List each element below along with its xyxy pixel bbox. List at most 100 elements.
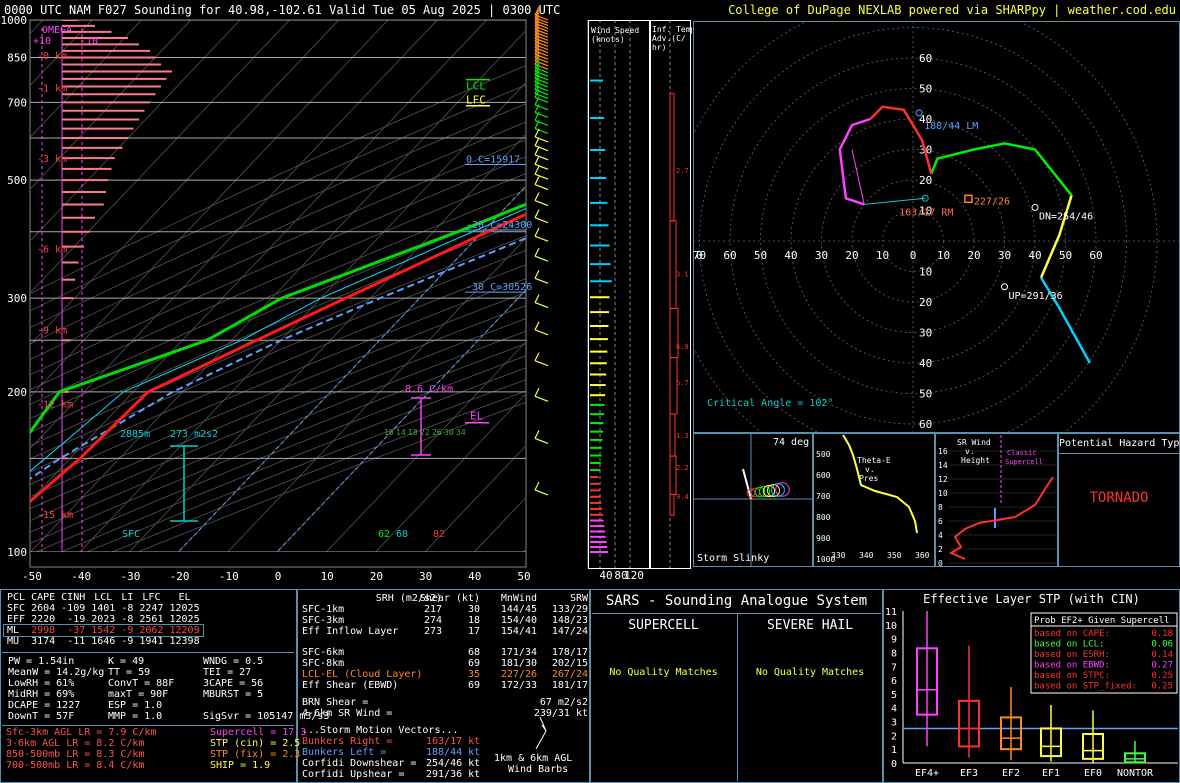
- srw-height-tick: 14: [938, 461, 948, 470]
- kinematic-row: SFC-1km 217 30 144/45 133/29: [302, 604, 588, 615]
- motion-key: Bunkers Left =: [302, 747, 387, 758]
- parcel-row[interactable]: EFF 2220 -19 2023 -8 2561 12025: [4, 614, 203, 625]
- advection-label: 6.9: [676, 343, 689, 351]
- advection-label: 1.3: [676, 432, 689, 440]
- wind-barb: [534, 352, 540, 361]
- isotherm: [523, 548, 526, 552]
- theta-title: Pres: [859, 474, 878, 483]
- hodo-ring-label: 20: [919, 296, 932, 309]
- kinematic-cell: 68: [467, 647, 480, 658]
- omega-sub-label: -10: [80, 36, 98, 47]
- height-label: -0 km: [37, 51, 67, 62]
- theta-e-panel: 5006007008009001000330 340 350 360Theta-Ev.…: [813, 433, 935, 567]
- prob-value: 0.25: [1151, 682, 1173, 692]
- index-value: MeanW = 14.2g/kg: [8, 667, 105, 678]
- parcel-row[interactable]: MU 3174 -11 1646 -9 1941 12398: [4, 636, 203, 647]
- stp-y-tick: 5: [891, 690, 897, 701]
- stp-y-tick: 11: [885, 607, 897, 618]
- parcel-cell: 1941: [139, 636, 164, 647]
- parcel-header: CAPE: [31, 592, 56, 603]
- index-value: MBURST = 5: [203, 689, 264, 700]
- kinematic-cell: 18: [467, 615, 480, 626]
- temp-tick-label: -40: [71, 570, 91, 583]
- motion-value: 291/36 kt: [426, 769, 481, 780]
- temp-tick-label: 40: [468, 570, 481, 583]
- kinematic-row: Eff Inflow Layer 273 17 154/41 147/24: [302, 626, 588, 637]
- stp-y-tick: 8: [891, 648, 897, 659]
- theta-p-tick: 800: [816, 513, 831, 522]
- sfc-label: SFC: [122, 529, 140, 540]
- left-mover-label: 188/44 LM: [924, 121, 978, 132]
- parcel-cell: 2062: [139, 625, 164, 636]
- lapse-rate-row: 700-500mb LR = 8.4 C/km: [6, 760, 145, 771]
- kinematic-cell: 148/23: [551, 615, 588, 626]
- srw-title: v.: [965, 447, 975, 456]
- speed-tick-label: 120: [624, 569, 644, 582]
- parcel-cell: -37: [67, 625, 86, 636]
- wind-barb: [534, 302, 549, 309]
- kinematic-cell: BRN Shear =: [302, 697, 369, 708]
- wind-barb: [534, 235, 549, 242]
- hodo-ring-label: 10: [919, 266, 932, 279]
- hodo-ring-label: 20: [845, 249, 858, 262]
- advection-label: 9.4: [676, 493, 689, 501]
- kinematic-cell: SFC-8km: [302, 658, 345, 669]
- index-row: LowRH = 61% ConvT = 88F 3CAPE = 56: [8, 678, 329, 689]
- height-label: -6 km: [37, 244, 67, 255]
- parcel-header: EL: [178, 592, 191, 603]
- index-value: TEI = 27: [203, 667, 252, 678]
- hodo-ring-label: 20: [919, 174, 932, 187]
- parcel-cell: 2561: [139, 614, 164, 625]
- index-value: TT = 59: [108, 667, 151, 678]
- kinematic-cell: 17: [467, 626, 480, 637]
- temp-tick-label: -50: [22, 570, 42, 583]
- hodo-ring-label: 10: [876, 249, 889, 262]
- sfc-wetbulb-value: 68: [396, 529, 408, 540]
- stp-category-label: EF0: [1084, 768, 1102, 779]
- kinematic-row: SFC-3km 274 18 154/40 148/23: [302, 615, 588, 626]
- lapse-rate-row: 3-6km AGL LR = 8.2 C/km: [6, 738, 145, 749]
- stp-category-label: EF4+: [915, 768, 939, 779]
- temp-tick-label: 20: [370, 570, 383, 583]
- mini-wind-barbs: [535, 716, 547, 750]
- parcel-cell: 12209: [169, 625, 200, 636]
- parcel-cell: 2220: [31, 614, 56, 625]
- mixing-ratio-label: 14: [396, 428, 406, 437]
- lapse-rate-row: Sfc-3km AGL LR = 7.9 C/km: [6, 727, 157, 738]
- wind-barb: [534, 437, 549, 444]
- parcel-cell: 1646: [91, 636, 116, 647]
- parcel-cell: 12025: [169, 603, 200, 614]
- sars-hail-result: No Quality Matches: [755, 667, 865, 678]
- parcel-header: LCL: [94, 592, 113, 603]
- corfidi-up-label: UP=291/36: [1009, 291, 1063, 302]
- stp-y-tick: 4: [891, 704, 897, 715]
- slinky-angle: 74 deg: [773, 437, 809, 448]
- hodo-ring-label: 60: [1089, 249, 1102, 262]
- hodo-ring-label: 50: [919, 388, 932, 401]
- storm-slinky-panel: 74 deg Storm Slinky: [693, 433, 813, 567]
- kinematic-cell: 30: [467, 604, 480, 615]
- pressure-tick-label: 500: [7, 174, 27, 187]
- wind-barb: [534, 156, 540, 165]
- temp-tick-label: 0: [275, 570, 282, 583]
- parcel-row[interactable]: SFC 2604 -109 1401 -8 2247 12025: [4, 603, 203, 614]
- parcel-cell: MU: [7, 636, 20, 647]
- sounding-display: { "header":{"title":"0000 UTC NAM F027 S…: [0, 0, 1180, 783]
- parcel-header: LFC: [142, 592, 161, 603]
- severe-param-row: STP (cin) = 2.5: [210, 738, 301, 749]
- kinematic-cell: Eff Inflow Layer: [302, 626, 399, 637]
- lcl-label: LCL: [466, 80, 486, 93]
- kinematic-cell: 147/24: [551, 626, 588, 637]
- kinematic-cell: SFC-6km: [302, 647, 345, 658]
- parcel-header: PCL: [7, 592, 26, 603]
- hodograph: 1010101020202020303030304040404050505050…: [693, 21, 1180, 433]
- parcel-cell: -9: [121, 636, 134, 647]
- kinematic-cell: 181/17: [551, 680, 588, 691]
- parcel-cell: 2604: [31, 603, 56, 614]
- index-value: DownT = 57F: [8, 711, 75, 722]
- el-label: EL: [470, 410, 484, 423]
- parcel-table: PCL CAPE CINH LCL LI LFC EL SFC 2604 -109 1401 -8 22…: [3, 592, 204, 647]
- parcel-row[interactable]: ML 2998 -37 1542 -9 2062 12209: [3, 624, 204, 637]
- params-block: Supercell = 17.3 STP (cin) = 2.5 STP (fix)…: [210, 727, 306, 771]
- parcel-cell: 1542: [91, 625, 116, 636]
